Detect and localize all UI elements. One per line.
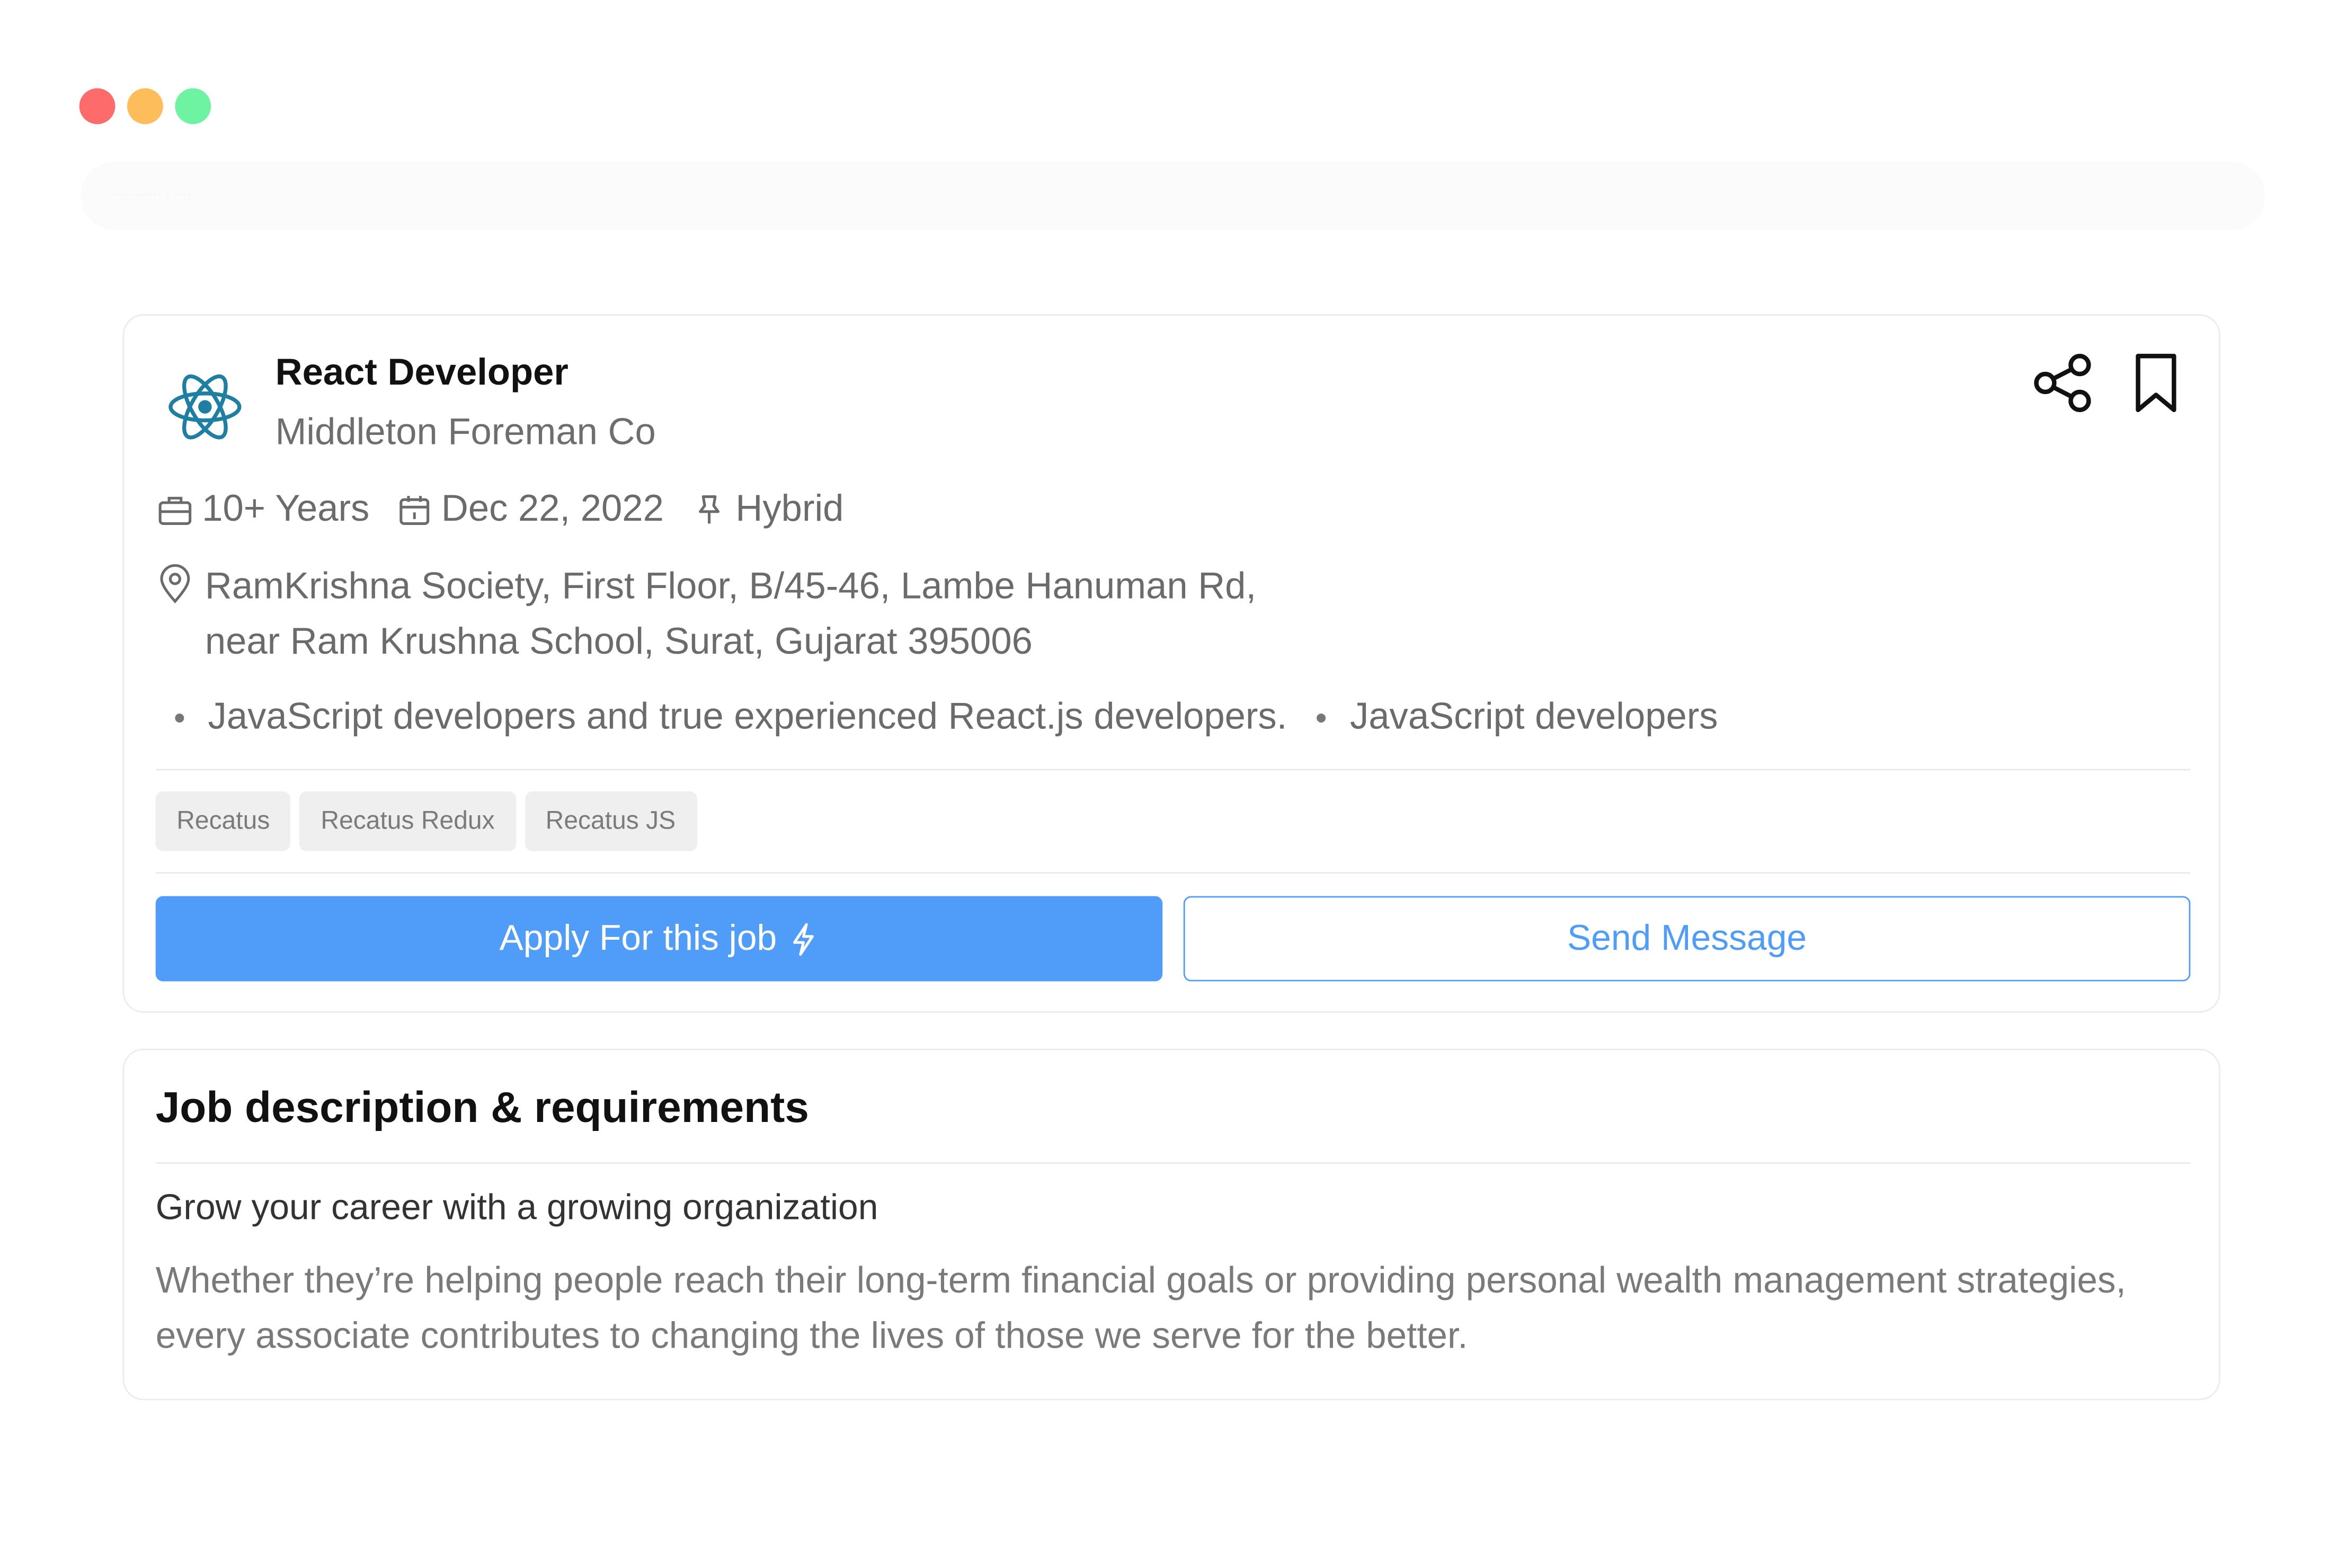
mode-meta: Hybrid: [691, 487, 844, 531]
lightning-icon: [793, 922, 814, 955]
briefcase-icon: [158, 496, 192, 524]
address-line-1: RamKrishna Society, First Floor, B/45-46…: [205, 565, 1257, 608]
address-lines: RamKrishna Society, First Floor, B/45-46…: [205, 559, 1256, 670]
window-controls: [79, 88, 211, 124]
skill-tag[interactable]: Recatus JS: [525, 791, 697, 851]
maximize-window-dot[interactable]: [175, 88, 211, 124]
highlight-item: JavaScript developers: [1317, 696, 1718, 739]
mode-text: Hybrid: [735, 487, 844, 530]
divider: [155, 1162, 2191, 1164]
skill-tag[interactable]: Recatus Redux: [299, 791, 516, 851]
send-message-label: Send Message: [1567, 917, 1807, 958]
browser-window: ············ · ···· React Developer Midd…: [0, 0, 2337, 1568]
description-heading: Job description & requirements: [155, 1084, 809, 1133]
job-card: React Developer Middleton Foreman Co 10+…: [122, 314, 2220, 1013]
send-message-button[interactable]: Send Message: [1183, 896, 2191, 982]
job-title: React Developer: [275, 351, 568, 394]
job-address: RamKrishna Society, First Floor, B/45-46…: [157, 559, 1256, 670]
address-bar[interactable]: ············ · ····: [81, 161, 2265, 230]
highlight-item: JavaScript developers and true experienc…: [175, 696, 1287, 739]
address-line-2: near Ram Krushna School, Surat, Gujarat …: [205, 620, 1033, 663]
experience-meta: 10+ Years: [157, 487, 370, 531]
pin-icon: [698, 494, 719, 523]
skill-tag[interactable]: Recatus: [155, 791, 291, 851]
apply-button[interactable]: Apply For this job: [155, 896, 1163, 982]
calendar-icon: [399, 495, 429, 524]
description-card: Job description & requirements Grow your…: [122, 1048, 2220, 1401]
share-icon[interactable]: [2030, 350, 2096, 416]
job-meta: 10+ Years Dec 22, 2022 Hybrid: [157, 488, 871, 531]
apply-button-label: Apply For this job: [499, 917, 777, 958]
company-name: Middleton Foreman Co: [275, 411, 656, 453]
skill-tags: Recatus Recatus Redux Recatus JS: [155, 791, 697, 851]
divider: [155, 872, 2191, 874]
description-body: Whether they’re helping people reach the…: [155, 1261, 2126, 1357]
location-icon: [160, 564, 190, 604]
address-bar-text: ············ · ····: [108, 187, 192, 202]
date-text: Dec 22, 2022: [441, 487, 664, 530]
experience-text: 10+ Years: [202, 487, 370, 530]
date-meta: Dec 22, 2022: [396, 488, 664, 531]
divider: [155, 769, 2191, 771]
minimize-window-dot[interactable]: [127, 88, 163, 124]
job-highlights: JavaScript developers and true experienc…: [175, 696, 1748, 739]
close-window-dot[interactable]: [79, 88, 115, 124]
bookmark-icon[interactable]: [2129, 350, 2183, 416]
react-logo-icon: [168, 374, 242, 440]
description-subheading: Grow your career with a growing organiza…: [155, 1188, 878, 1228]
